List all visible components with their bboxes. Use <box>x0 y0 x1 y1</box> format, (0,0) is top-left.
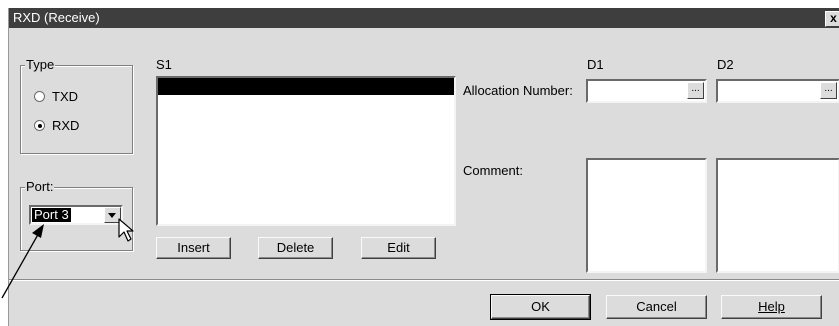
help-button[interactable]: Help <box>721 295 822 319</box>
d2-browse-button[interactable]: ... <box>820 82 837 99</box>
txd-radio[interactable] <box>34 91 45 102</box>
port-select-value: Port 3 <box>31 207 72 223</box>
close-icon: x <box>830 11 837 25</box>
d1-allocation-field[interactable]: ... <box>586 79 707 103</box>
txd-label[interactable]: TXD <box>52 89 78 104</box>
s1-list[interactable] <box>156 76 456 226</box>
mouse-pointer-icon <box>118 218 134 242</box>
footer-separator <box>9 279 839 281</box>
rxd-label[interactable]: RXD <box>52 118 79 133</box>
cancel-button[interactable]: Cancel <box>606 295 707 319</box>
rxd-radio[interactable] <box>34 120 45 131</box>
ellipsis-icon: ... <box>824 83 833 94</box>
d1-label: D1 <box>587 57 604 72</box>
ellipsis-icon: ... <box>691 83 700 94</box>
type-group-legend: Type <box>25 57 56 72</box>
port-select[interactable]: Port 3 <box>29 205 123 225</box>
comment-label: Comment: <box>463 163 523 178</box>
edit-button[interactable]: Edit <box>361 237 436 259</box>
close-button[interactable]: x <box>825 11 839 27</box>
type-group <box>20 65 133 154</box>
d2-allocation-field[interactable]: ... <box>716 79 839 103</box>
allocation-number-label: Allocation Number: <box>463 83 573 98</box>
delete-button[interactable]: Delete <box>258 237 333 259</box>
d1-comment-field[interactable] <box>586 158 707 273</box>
s1-label: S1 <box>156 57 172 72</box>
port-group-legend: Port: <box>25 179 55 194</box>
ok-button[interactable]: OK <box>490 294 591 320</box>
title-bar: RXD (Receive) x <box>9 8 839 28</box>
d1-browse-button[interactable]: ... <box>687 82 704 99</box>
d2-comment-field[interactable] <box>716 158 839 273</box>
rxd-dialog: RXD (Receive) x Type TXD RXD Port: Port … <box>8 8 839 326</box>
s1-list-selected-row[interactable] <box>158 78 454 95</box>
d2-label: D2 <box>717 57 734 72</box>
insert-button[interactable]: Insert <box>156 237 231 259</box>
dialog-title: RXD (Receive) <box>13 10 100 25</box>
